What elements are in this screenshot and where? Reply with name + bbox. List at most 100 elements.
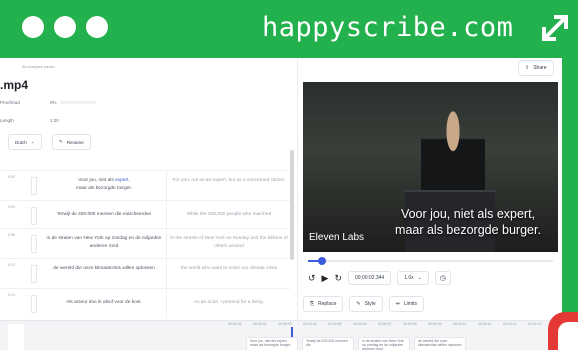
file-title: .mp4 bbox=[0, 78, 29, 92]
timecode-display[interactable]: 00:00:02.344 bbox=[348, 271, 392, 285]
timeline-tick: 00:00:11 bbox=[478, 322, 492, 326]
scrollbar[interactable] bbox=[290, 150, 294, 260]
row-checkbox[interactable] bbox=[31, 235, 37, 253]
target-text[interactable]: the world who want to solve our climate … bbox=[168, 265, 290, 273]
app-window: All changes saved .mp4 Proofread 0% Leng… bbox=[0, 58, 562, 350]
limits-button[interactable]: ⇹ Limits bbox=[388, 296, 424, 312]
playback-progress[interactable] bbox=[308, 257, 553, 265]
column-divider bbox=[166, 171, 167, 201]
style-button[interactable]: ✎ Style bbox=[349, 296, 383, 312]
podium-image bbox=[405, 190, 495, 252]
video-player[interactable]: Voor jou, niet als expert, maar als bezo… bbox=[303, 82, 558, 252]
table-row[interactable]: 0:10 de wereld die onze klimaatcrisis wi… bbox=[0, 258, 290, 289]
meta-label: Proofread bbox=[0, 100, 20, 105]
meta-label: Length bbox=[0, 118, 14, 123]
forward-icon[interactable]: ↻ bbox=[334, 273, 342, 284]
timeline-clip[interactable]: Voor jou, niet als expert, maar als bezo… bbox=[246, 337, 298, 350]
target-text[interactable]: While the 400,000 people who marched bbox=[168, 211, 290, 219]
speed-value: 1.0x bbox=[404, 275, 414, 281]
timeline-tick: 00:00:02 bbox=[253, 322, 267, 326]
upload-icon: ⇪ bbox=[525, 65, 530, 71]
language-button[interactable]: Dutch ⌄ bbox=[8, 134, 42, 150]
transcript-editor: All changes saved .mp4 Proofread 0% Leng… bbox=[0, 58, 298, 320]
source-text[interactable]: in de straten van New York op zondag en … bbox=[44, 235, 164, 251]
timeline-clip[interactable]: Terwijl de 400.000 mensen die bbox=[302, 337, 354, 350]
style-label: Style bbox=[364, 301, 376, 307]
timeline-tick: 00:00:06 bbox=[353, 322, 367, 326]
target-text[interactable]: in the streets of New York on Sunday and… bbox=[168, 235, 290, 251]
logo-mark bbox=[548, 312, 578, 350]
timeline-clip[interactable]: de wereld die onze klimaatcrisis willen … bbox=[414, 337, 466, 350]
replace-button[interactable]: ⎘ Replace bbox=[303, 296, 344, 312]
chevron-down-icon: ⌄ bbox=[30, 139, 35, 144]
column-divider bbox=[166, 289, 167, 319]
limits-label: Limits bbox=[403, 301, 417, 307]
share-button[interactable]: ⇪ Share bbox=[518, 60, 554, 76]
timeline-tick: 00:00:03 bbox=[278, 322, 292, 326]
proofread-bar bbox=[60, 101, 96, 104]
dot-icon bbox=[54, 16, 76, 38]
corner-mark bbox=[8, 324, 24, 350]
dot-icon bbox=[22, 16, 44, 38]
rename-label: Rename bbox=[66, 139, 84, 145]
timeline-tick: 00:00:05 bbox=[328, 322, 342, 326]
rewind-icon[interactable]: ↺ bbox=[308, 273, 316, 284]
timeline-tick: 00:00:09 bbox=[428, 322, 442, 326]
timeline-tick: 00:00:04 bbox=[303, 322, 317, 326]
domain-title: happyscribe.com bbox=[262, 12, 514, 43]
row-checkbox[interactable] bbox=[31, 265, 37, 283]
timeline-tick: 00:00:01 bbox=[228, 322, 242, 326]
subtitle-line: maar als bezorgde burger. bbox=[395, 223, 541, 237]
timeline-tick: 00:00:07 bbox=[378, 322, 392, 326]
target-text[interactable]: For you, not as an expert, but as a conc… bbox=[168, 177, 290, 185]
playback-controls: ↺ ▶ ↻ 00:00:02.344 1.0x ⌄ ◷ bbox=[308, 270, 451, 286]
share-label: Share bbox=[533, 65, 547, 71]
replace-icon: ⎘ bbox=[310, 301, 315, 307]
timeline-clips: Voor jou, niet als expert, maar als bezo… bbox=[246, 337, 466, 350]
chevron-down-icon: ⌄ bbox=[417, 275, 422, 281]
language-label: Dutch bbox=[15, 139, 27, 145]
limits-icon: ⇹ bbox=[395, 301, 400, 307]
table-row[interactable]: 0:06 in de straten van New York op zonda… bbox=[0, 228, 290, 259]
row-checkbox[interactable] bbox=[31, 295, 37, 313]
speed-select[interactable]: 1.0x ⌄ bbox=[397, 271, 429, 285]
row-timestamp: 0:06 bbox=[8, 233, 15, 237]
row-checkbox[interactable] bbox=[31, 207, 37, 225]
expand-icon[interactable] bbox=[540, 13, 570, 43]
column-divider bbox=[166, 201, 167, 229]
source-text[interactable]: Voor jou, niet als expert, maar als bezor… bbox=[44, 177, 164, 193]
column-divider bbox=[166, 229, 167, 259]
timeline-tick: 00:00:10 bbox=[453, 322, 467, 326]
column-divider bbox=[166, 259, 167, 289]
target-text[interactable]: As an actor, I pretend for a living. bbox=[168, 299, 290, 307]
meta-value: 1:20 bbox=[50, 118, 59, 123]
pencil-icon: ✎ bbox=[59, 139, 63, 144]
timeline-tick: 00:00:12 bbox=[503, 322, 517, 326]
table-row[interactable]: 0:00 Voor jou, niet als expert, maar als … bbox=[0, 170, 290, 201]
timeline-tick: 00:00:08 bbox=[403, 322, 417, 326]
subtitle-toolbar: ⎘ Replace ✎ Style ⇹ Limits bbox=[303, 296, 424, 312]
source-text[interactable]: Terwijl de 400.000 mensen die marcheerde… bbox=[44, 211, 164, 219]
table-row[interactable]: 0:03 Terwijl de 400.000 mensen die march… bbox=[0, 200, 290, 229]
rename-button[interactable]: ✎ Rename bbox=[52, 134, 91, 150]
row-timestamp: 0:03 bbox=[8, 205, 15, 209]
row-timestamp: 0:00 bbox=[8, 175, 15, 179]
timeline-clip[interactable]: in de straten van New York op zondag en … bbox=[358, 337, 410, 350]
clock-icon[interactable]: ◷ bbox=[434, 271, 451, 285]
brush-icon: ✎ bbox=[356, 301, 361, 307]
timeline[interactable]: 00:00:01 00:00:02 00:00:03 00:00:04 00:00:05… bbox=[0, 320, 562, 350]
row-timestamp: 0:10 bbox=[8, 263, 15, 267]
frame-side bbox=[562, 58, 578, 350]
timeline-ticks: 00:00:01 00:00:02 00:00:03 00:00:04 00:00:05… bbox=[228, 322, 562, 326]
replace-label: Replace bbox=[318, 301, 337, 307]
highlight-word: expert bbox=[115, 178, 129, 183]
play-icon[interactable]: ▶ bbox=[322, 273, 329, 284]
progress-knob[interactable] bbox=[318, 257, 326, 265]
dot-icon bbox=[86, 16, 108, 38]
source-text[interactable]: de wereld die onze klimaatcrisis willen … bbox=[44, 265, 164, 273]
table-row[interactable]: 0:14 Als acteur doe ik alsof voor de kos… bbox=[0, 288, 290, 319]
row-checkbox[interactable] bbox=[31, 177, 37, 195]
frame-header: happyscribe.com bbox=[0, 0, 578, 58]
subtitle-line: Voor jou, niet als expert, bbox=[400, 207, 536, 221]
source-text[interactable]: Als acteur doe ik alsof voor de kost. bbox=[44, 299, 164, 307]
